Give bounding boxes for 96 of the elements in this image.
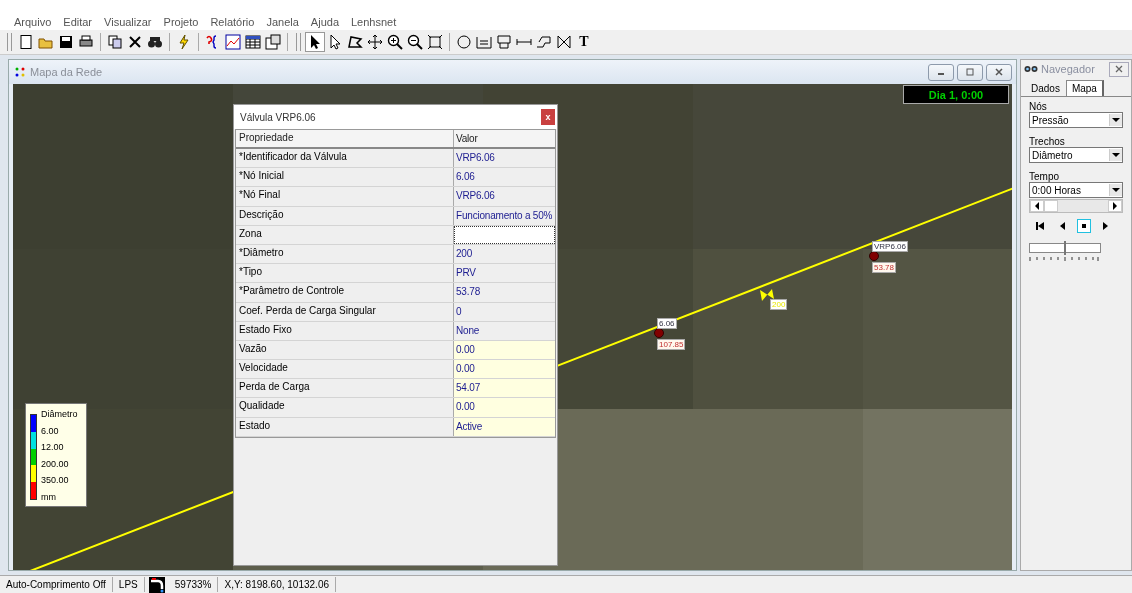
legend-value: 12.00 (41, 441, 65, 454)
copy-icon[interactable] (106, 33, 124, 51)
dropdown-field[interactable]: Pressão (1029, 112, 1123, 128)
scroll-thumb[interactable] (1044, 200, 1058, 212)
property-cell: Estado Fixo (236, 321, 454, 340)
clock-display: Dia 1, 0:00 (903, 85, 1009, 104)
legend-unit: mm (41, 490, 57, 504)
property-cell: Coef. Perda de Carga Singular (236, 302, 454, 321)
status-text: 59733% (168, 577, 219, 592)
field-label: Trechos (1029, 136, 1066, 147)
property-cell: *Nó Inicial (236, 168, 454, 187)
node-id-label: 6.06 (657, 318, 677, 329)
legend-value: 200.00 (41, 457, 70, 471)
junction-node (869, 251, 879, 261)
menu-item[interactable]: Projeto (157, 16, 205, 28)
status-text: Auto-Comprimento Off (0, 577, 113, 592)
property-cell: *Diâmetro (236, 244, 454, 264)
legend-value: 350.00 (41, 474, 70, 487)
close-icon (1114, 65, 1124, 73)
value-cell[interactable]: 54.07 (454, 379, 555, 398)
menu-item[interactable]: Relatório (204, 16, 261, 28)
value-cell[interactable]: VRP6.06 (454, 149, 555, 168)
dropdown-field[interactable]: Diâmetro (1029, 147, 1123, 163)
zoom-in-icon[interactable] (386, 33, 404, 51)
tab[interactable]: Mapa (1065, 80, 1104, 96)
value-cell[interactable]: 6.06 (454, 168, 555, 187)
value-cell[interactable]: 0.00 (454, 360, 555, 379)
menu-item[interactable]: Lenhsnet (345, 16, 403, 28)
tab[interactable]: Dados (1025, 80, 1066, 96)
property-cell: *Identificador da Válvula (236, 149, 454, 168)
zoom-out-icon[interactable] (406, 33, 424, 51)
table-icon[interactable] (244, 33, 262, 51)
value-cell[interactable]: 0 (454, 302, 555, 321)
node-id-label: VRP6.06 (872, 241, 909, 252)
faucet-icon (148, 576, 165, 593)
tick-marks (1029, 257, 1099, 261)
minimize-button[interactable] (928, 63, 954, 81)
stop-icon[interactable] (1077, 219, 1091, 233)
binoculars-icon (1024, 65, 1038, 73)
time-scrollbar[interactable] (1029, 199, 1123, 213)
value-cell[interactable]: VRP6.06 (454, 187, 555, 206)
field-label: Tempo (1029, 171, 1060, 182)
property-cell: Descrição (236, 206, 454, 225)
pointer-icon[interactable] (306, 33, 324, 51)
window-title: Mapa da Rede (30, 66, 103, 78)
network-icon (15, 67, 25, 77)
value-cell[interactable]: None (454, 321, 555, 340)
pan-icon[interactable] (366, 33, 384, 51)
property-cell: *Tipo (236, 264, 454, 283)
dropdown-arrow-icon (1112, 118, 1120, 122)
valve-icon (760, 289, 774, 301)
menu-item[interactable]: Visualizar (98, 16, 158, 28)
close-button[interactable] (986, 63, 1012, 81)
value-cell[interactable]: Funcionamento a 50% (454, 206, 555, 225)
scroll-left-icon[interactable] (1035, 202, 1039, 210)
link-value-label: 200 (770, 299, 788, 310)
close-button[interactable] (1109, 61, 1129, 77)
field-label: Nós (1029, 101, 1048, 112)
node-value-label: 53.78 (872, 262, 897, 273)
menu-item[interactable]: Ajuda (304, 16, 345, 28)
dropdown-field[interactable]: 0:00 Horas (1029, 182, 1123, 198)
dropdown-arrow-icon (1112, 153, 1120, 157)
value-cell[interactable]: 53.78 (454, 283, 555, 302)
restore-icon (965, 68, 975, 76)
close-icon (994, 68, 1004, 76)
valve-icon[interactable] (555, 33, 573, 51)
panel-title: Navegador (1041, 63, 1095, 75)
menu-item[interactable]: Arquivo (8, 16, 58, 28)
dialog-title: Válvula VRP6.06 (240, 111, 316, 123)
full-extent-icon[interactable] (426, 33, 444, 51)
status-text: LPS (112, 577, 145, 592)
property-cell: *Parâmetro de Controle (236, 283, 454, 302)
polygon-icon[interactable] (346, 33, 364, 51)
close-button[interactable]: x (541, 109, 555, 125)
dropdown-arrow-icon (1112, 188, 1120, 192)
rewind-icon[interactable] (1033, 219, 1047, 233)
menu-item[interactable]: Editar (57, 16, 99, 28)
tank-icon[interactable] (495, 33, 513, 51)
menu-item[interactable]: Janela (260, 16, 305, 28)
property-cell: *Nó Final (236, 187, 454, 206)
save-icon[interactable] (57, 33, 75, 51)
new-file-icon[interactable] (17, 33, 35, 51)
status-text: X,Y: 8198.60, 10132.06 (218, 577, 336, 592)
junction-node (654, 328, 664, 338)
legend-value: 6.00 (41, 424, 60, 438)
node-value-label: 107.85 (657, 339, 686, 350)
graph-icon[interactable] (224, 33, 242, 51)
column-header[interactable]: Propriedade (236, 130, 454, 147)
legend-title: Diâmetro (41, 408, 78, 421)
value-cell[interactable]: 0.00 (454, 398, 555, 417)
text-tool[interactable]: T (575, 33, 593, 51)
junction-icon[interactable] (455, 33, 473, 51)
value-cell[interactable]: 200 (454, 244, 555, 264)
column-header[interactable]: Valor (454, 130, 555, 147)
value-cell[interactable]: PRV (454, 264, 555, 283)
scroll-right-icon[interactable] (1113, 202, 1117, 210)
